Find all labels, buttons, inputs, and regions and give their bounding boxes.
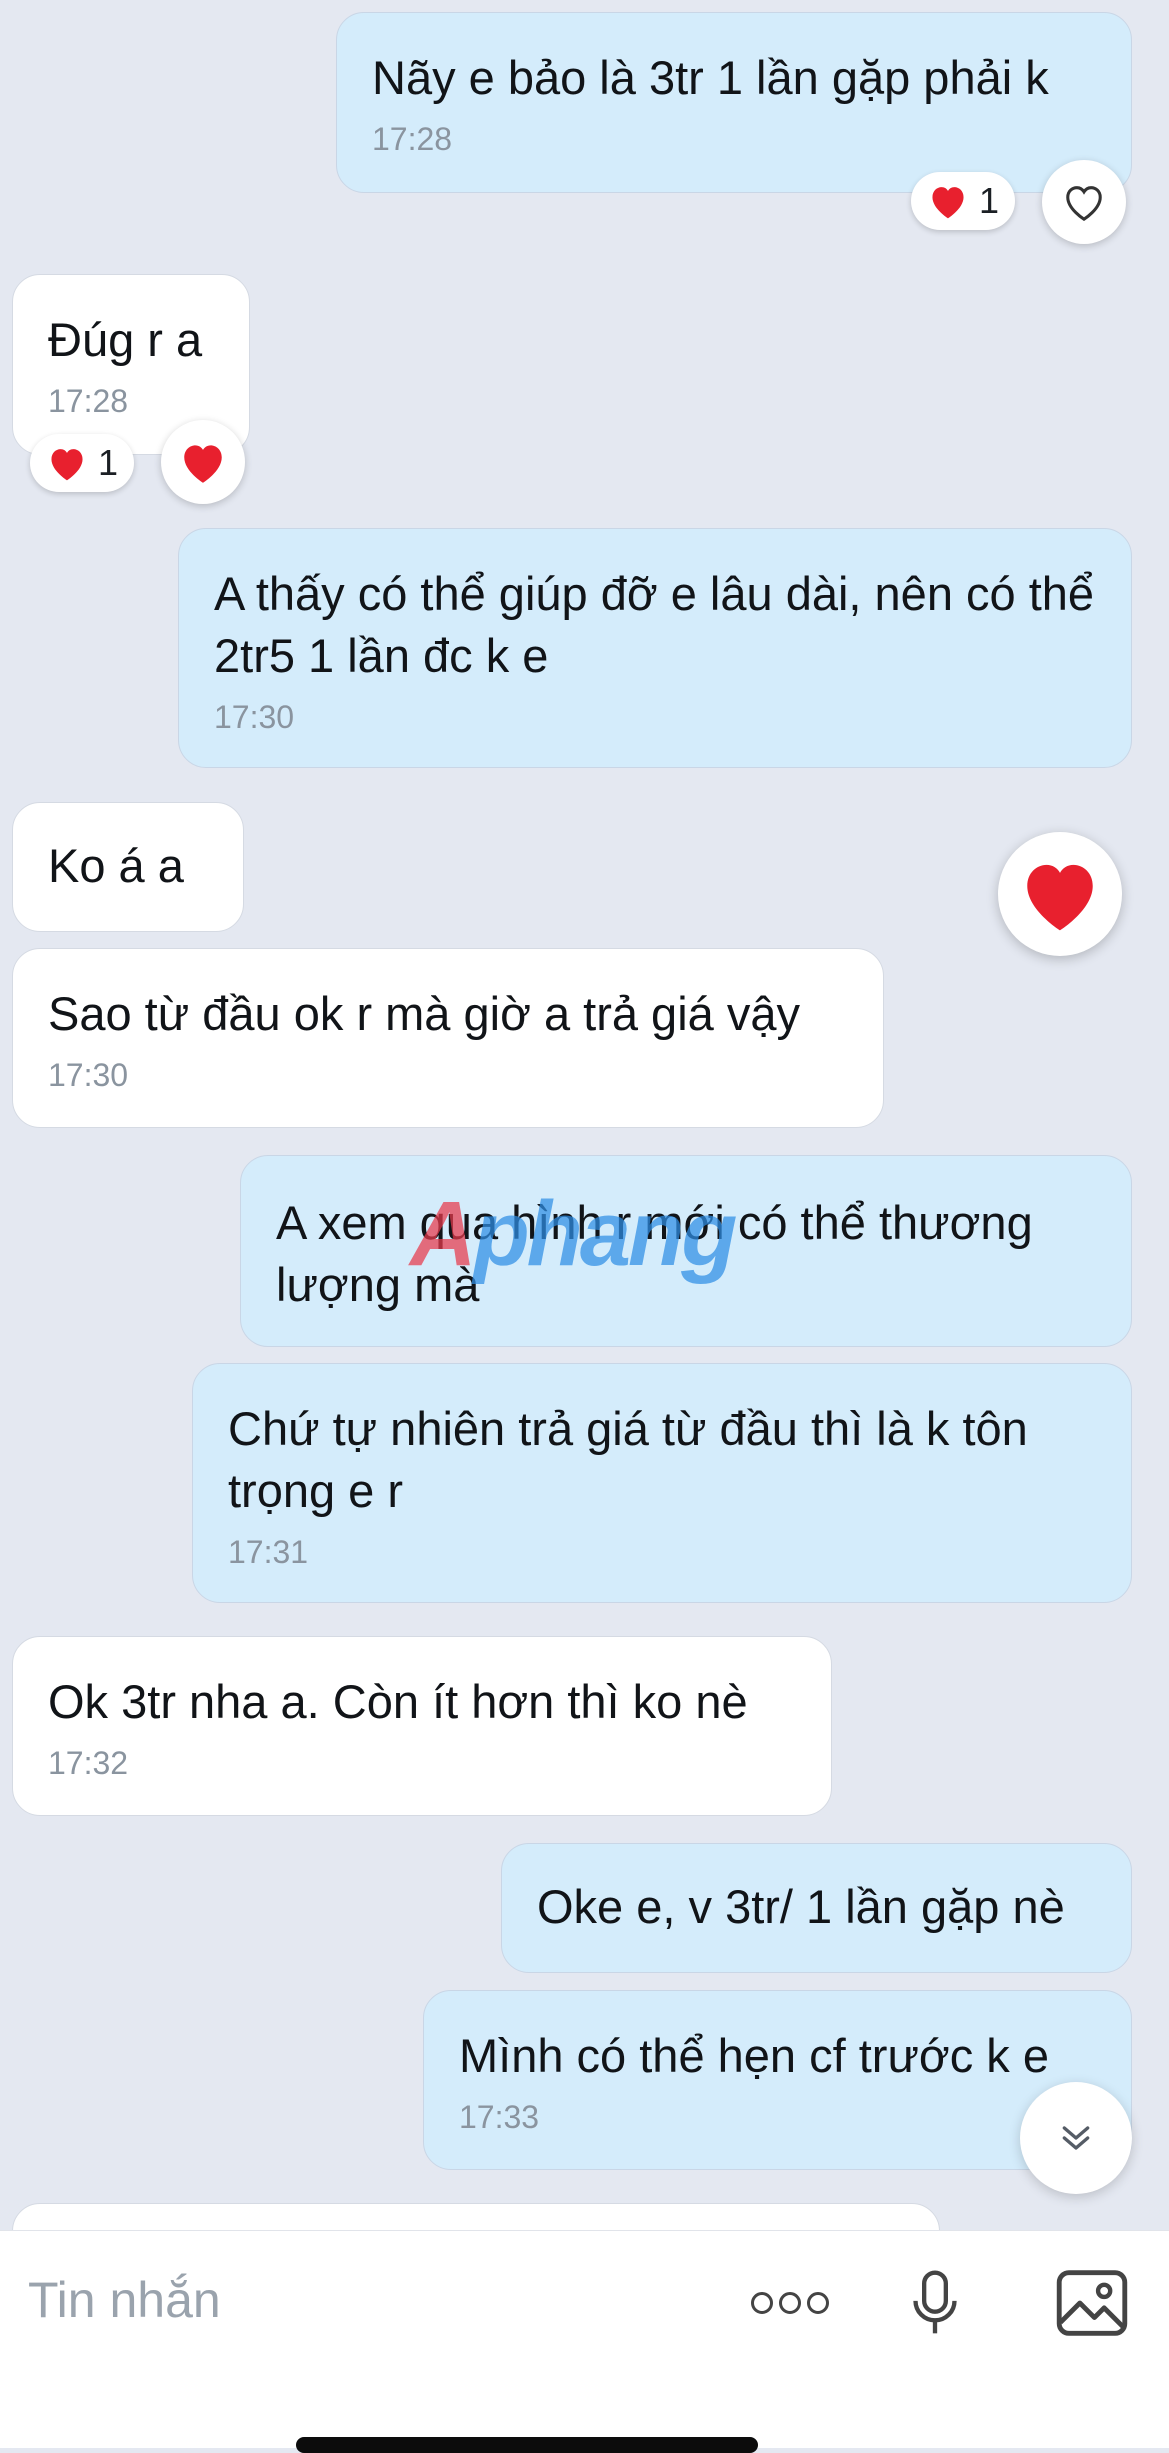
message-time: 17:32 bbox=[48, 1745, 129, 1781]
message-time: 17:30 bbox=[48, 1057, 129, 1093]
message-outgoing[interactable]: A thấy có thể giúp đỡ e lâu dài, nên có … bbox=[178, 528, 1132, 768]
message-outgoing[interactable]: Chứ tự nhiên trả giá từ đầu thì là k tôn… bbox=[192, 1363, 1132, 1603]
image-icon bbox=[1056, 2270, 1128, 2336]
message-time: 17:31 bbox=[228, 1534, 309, 1570]
message-text: Oke e, v 3tr/ 1 lần gặp nè bbox=[537, 1880, 1065, 1933]
scroll-to-bottom-button[interactable] bbox=[1020, 2082, 1132, 2194]
message-input[interactable]: Tin nhắn bbox=[28, 2271, 221, 2329]
message-time: 17:28 bbox=[372, 121, 453, 157]
message-outgoing[interactable]: Nãy e bảo là 3tr 1 lần gặp phải k 17:28 bbox=[336, 12, 1132, 193]
heart-outline-icon bbox=[1066, 186, 1102, 221]
message-outgoing[interactable]: Oke e, v 3tr/ 1 lần gặp nè bbox=[501, 1843, 1132, 1973]
message-incoming[interactable]: Ok 3tr nha a. Còn ít hơn thì ko nè 17:32 bbox=[12, 1636, 832, 1816]
reaction-count: 1 bbox=[97, 442, 119, 483]
message-time: 17:28 bbox=[48, 383, 129, 419]
watermark-logo: Aphang bbox=[410, 1183, 737, 1285]
message-text: Sao từ đầu ok r mà giờ a trả giá vậy bbox=[48, 987, 800, 1040]
message-text: Ko á a bbox=[48, 839, 184, 892]
heart-icon bbox=[184, 445, 222, 483]
message-text: Ok 3tr nha a. Còn ít hơn thì ko nè bbox=[48, 1675, 748, 1728]
message-text: Đúg r a bbox=[48, 313, 203, 366]
more-options-button[interactable] bbox=[748, 2281, 832, 2325]
microphone-icon bbox=[913, 2270, 957, 2334]
react-button[interactable] bbox=[998, 832, 1122, 956]
heart-icon bbox=[51, 449, 83, 481]
reaction-count-pill[interactable]: 1 bbox=[30, 434, 134, 492]
message-input-bar: Tin nhắn bbox=[0, 2230, 1169, 2453]
more-dots-icon bbox=[751, 2292, 829, 2314]
message-text: A thấy có thể giúp đỡ e lâu dài, nên có … bbox=[214, 567, 1108, 682]
message-text: Chứ tự nhiên trả giá từ đầu thì là k tôn… bbox=[228, 1402, 1041, 1517]
message-incoming[interactable]: Sao từ đầu ok r mà giờ a trả giá vậy 17:… bbox=[12, 948, 884, 1128]
message-incoming[interactable]: Ko á a bbox=[12, 802, 244, 932]
image-button[interactable] bbox=[1052, 2265, 1132, 2341]
message-text: Mình có thể hẹn cf trước k e bbox=[459, 2029, 1049, 2082]
reaction-count: 1 bbox=[978, 180, 1000, 221]
home-indicator bbox=[296, 2437, 758, 2453]
react-button[interactable] bbox=[1042, 160, 1126, 244]
voice-button[interactable] bbox=[900, 2263, 970, 2343]
message-time: 17:30 bbox=[214, 699, 295, 735]
message-text: Nãy e bảo là 3tr 1 lần gặp phải k bbox=[372, 51, 1049, 104]
react-button[interactable] bbox=[161, 420, 245, 504]
chevron-double-down-icon bbox=[1062, 2126, 1090, 2150]
reaction-count-pill[interactable]: 1 bbox=[911, 172, 1015, 230]
heart-icon bbox=[932, 187, 964, 219]
heart-icon bbox=[1027, 864, 1093, 931]
message-time: 17:33 bbox=[459, 2099, 540, 2135]
